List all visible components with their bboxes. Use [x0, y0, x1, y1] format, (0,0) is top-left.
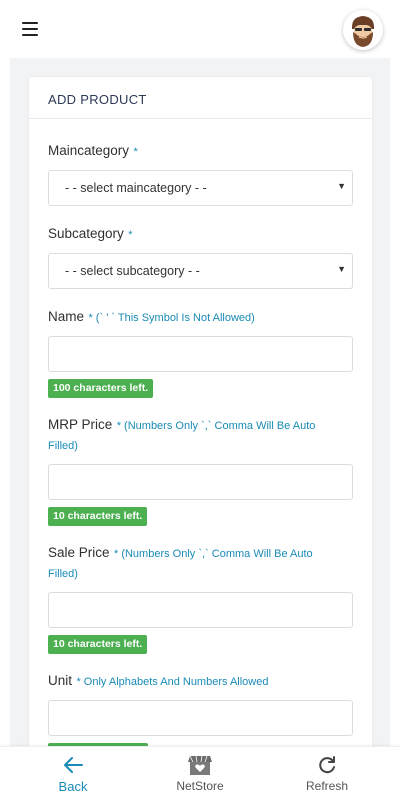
sale-price-hint: * (Numbers Only `,` Comma Will Be Auto	[113, 548, 313, 560]
sale-price-label-row: Sale Price * (Numbers Only `,` Comma Wil…	[48, 543, 353, 584]
mrp-price-label-row: MRP Price * (Numbers Only `,` Comma Will…	[48, 415, 353, 456]
content-area: ADD PRODUCT Maincategory * - - select ma…	[10, 58, 390, 746]
nav-back-label: Back	[58, 779, 88, 794]
name-label-row: Name * (` ' ` This Symbol Is Not Allowed…	[48, 307, 353, 328]
arrow-left-icon	[28, 753, 118, 777]
nav-refresh-button[interactable]: Refresh	[282, 747, 372, 800]
card-title: ADD PRODUCT	[29, 77, 372, 119]
store-heart-icon	[155, 753, 245, 777]
sale-price-hint-continued: Filled)	[48, 568, 78, 580]
nav-refresh-label: Refresh	[305, 779, 349, 793]
sale-price-character-counter: 10 characters left.	[48, 635, 148, 654]
chevron-down-icon: ▼	[337, 181, 346, 191]
sale-price-label: Sale Price	[48, 545, 110, 560]
bottom-navigation: Back NetStore Refresh	[0, 746, 400, 800]
unit-label: Unit	[48, 673, 73, 688]
bearded-man-avatar-icon	[343, 10, 383, 50]
unit-hint: * Only Alphabets And Numbers Allowed	[76, 676, 269, 688]
mrp-price-character-counter: 10 characters left.	[48, 507, 148, 526]
unit-input[interactable]	[48, 700, 353, 736]
subcategory-select[interactable]: - - select subcategory - - ▼	[48, 253, 353, 289]
mrp-price-label: MRP Price	[48, 417, 113, 432]
maincategory-label: Maincategory	[48, 143, 130, 158]
subcategory-label: Subcategory	[48, 226, 124, 241]
nav-netstore-button[interactable]: NetStore	[155, 747, 245, 800]
name-character-counter: 100 characters left.	[48, 379, 154, 398]
subcategory-label-row: Subcategory *	[48, 224, 353, 244]
maincategory-label-row: Maincategory *	[48, 141, 353, 161]
refresh-icon	[282, 753, 372, 777]
subcategory-selected-value: - - select subcategory - -	[65, 264, 200, 278]
mrp-price-input[interactable]	[48, 464, 353, 500]
required-marker: *	[133, 146, 138, 158]
name-hint: * (` ' ` This Symbol Is Not Allowed)	[88, 312, 255, 324]
maincategory-select[interactable]: - - select maincategory - - ▼	[48, 170, 353, 206]
name-label: Name	[48, 309, 85, 324]
unit-label-row: Unit * Only Alphabets And Numbers Allowe…	[48, 671, 353, 692]
name-input[interactable]	[48, 336, 353, 372]
required-marker: *	[128, 229, 133, 241]
mrp-price-hint-continued: Filled)	[48, 440, 78, 452]
hamburger-menu-icon[interactable]	[22, 22, 38, 36]
maincategory-selected-value: - - select maincategory - -	[65, 181, 207, 195]
nav-netstore-label: NetStore	[176, 779, 224, 793]
nav-back-button[interactable]: Back	[28, 747, 118, 800]
add-product-card: ADD PRODUCT Maincategory * - - select ma…	[29, 77, 372, 746]
top-bar	[0, 0, 400, 58]
chevron-down-icon: ▼	[337, 264, 346, 274]
sale-price-input[interactable]	[48, 592, 353, 628]
avatar[interactable]	[343, 10, 383, 50]
mrp-price-hint: * (Numbers Only `,` Comma Will Be Auto	[116, 420, 316, 432]
